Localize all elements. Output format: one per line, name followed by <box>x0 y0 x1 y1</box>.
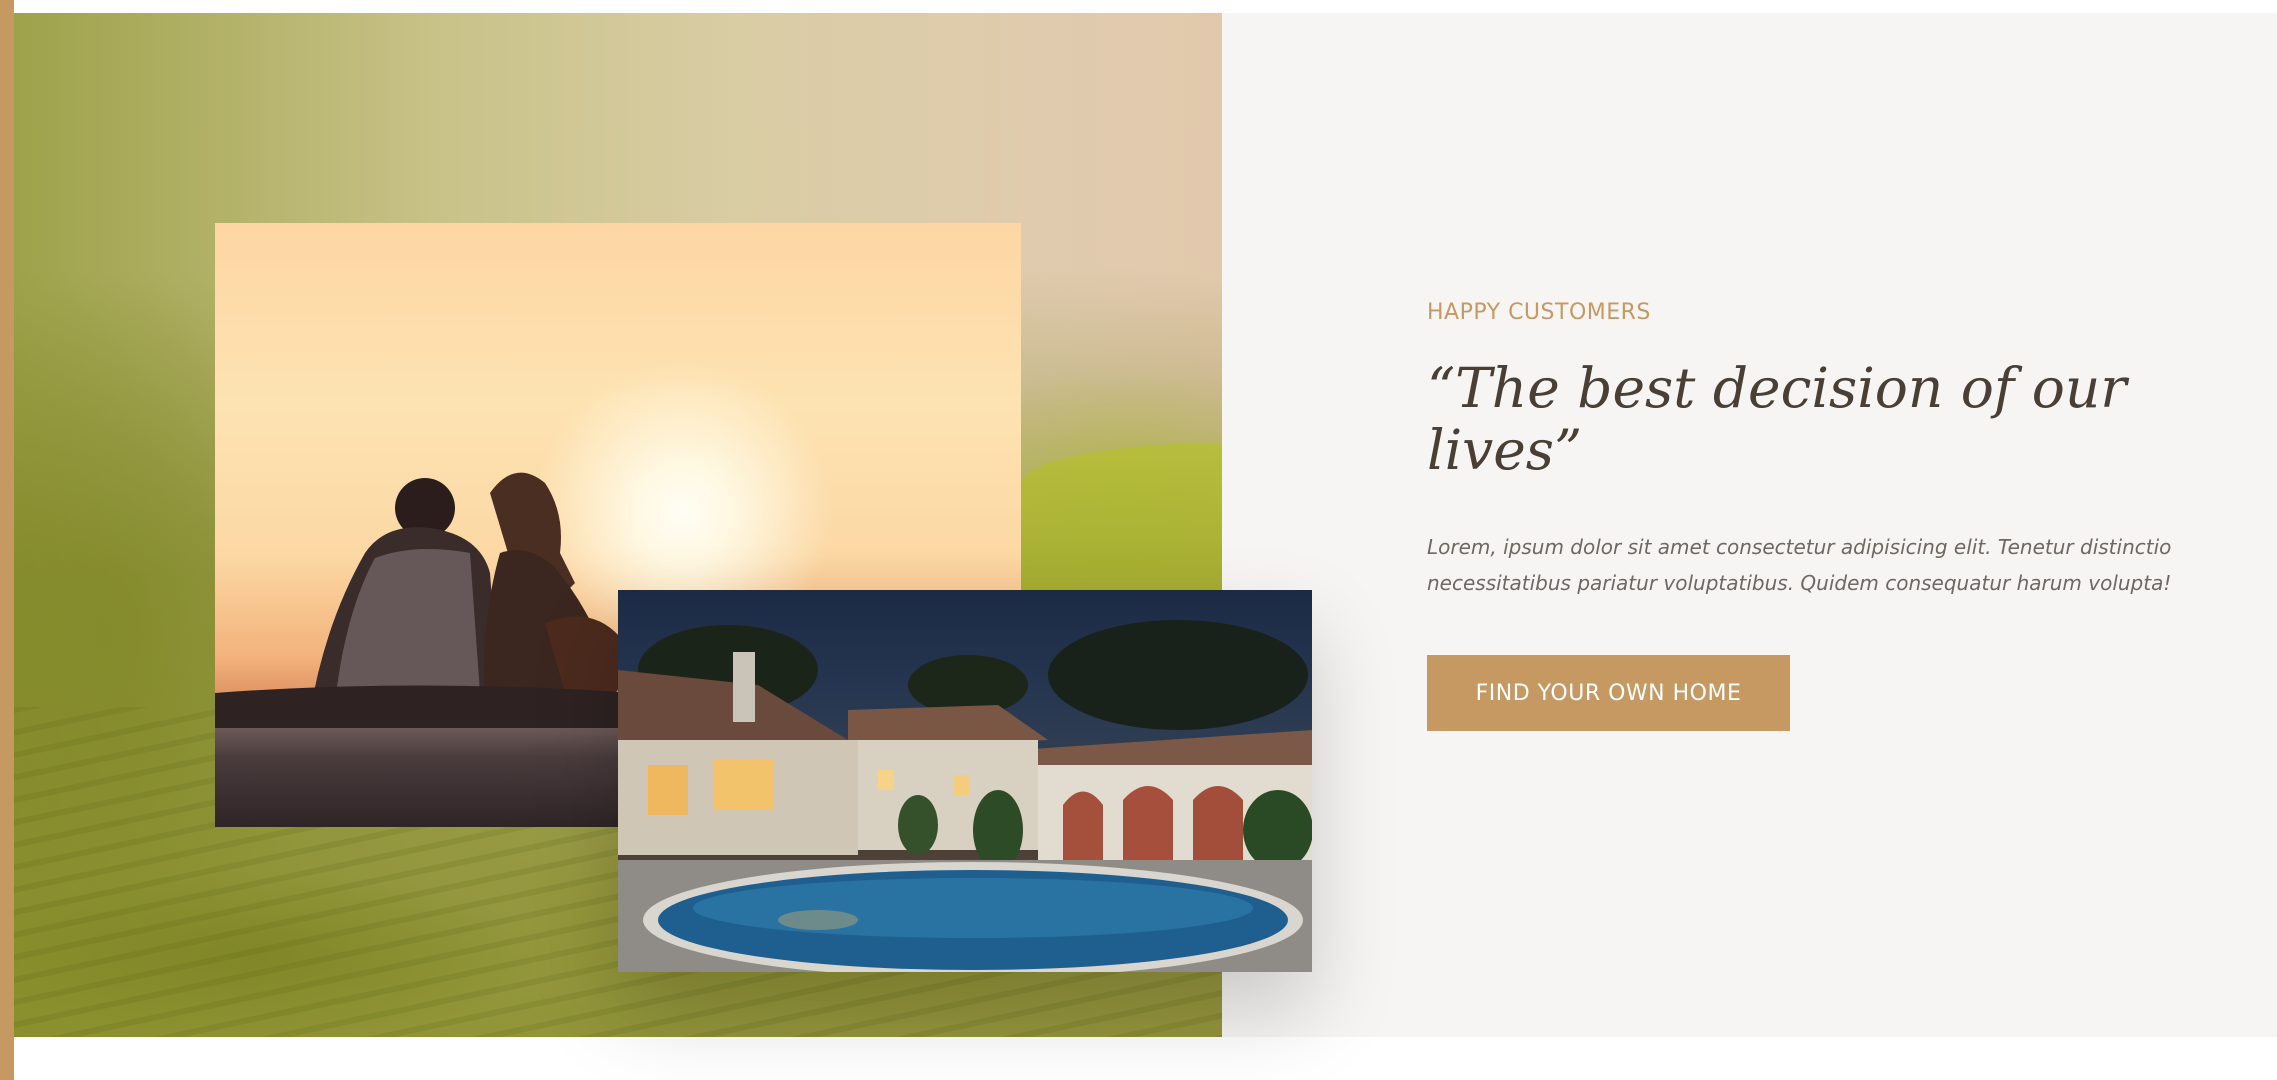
page: HAPPY CUSTOMERS “The best decision of ou… <box>0 0 2277 1080</box>
landscape-hill <box>1022 443 1222 613</box>
testimonial-content: HAPPY CUSTOMERS “The best decision of ou… <box>1427 300 2187 731</box>
find-home-button[interactable]: FIND YOUR OWN HOME <box>1427 655 1790 731</box>
testimonial-quote: “The best decision of our lives” <box>1427 356 2127 482</box>
accent-bar <box>0 0 14 1080</box>
villa-illustration <box>618 620 1312 972</box>
testimonial-body: Lorem, ipsum dolor sit amet consectetur … <box>1427 535 2172 595</box>
villa-pool-photo <box>618 590 1312 972</box>
section-eyebrow: HAPPY CUSTOMERS <box>1427 300 1651 325</box>
